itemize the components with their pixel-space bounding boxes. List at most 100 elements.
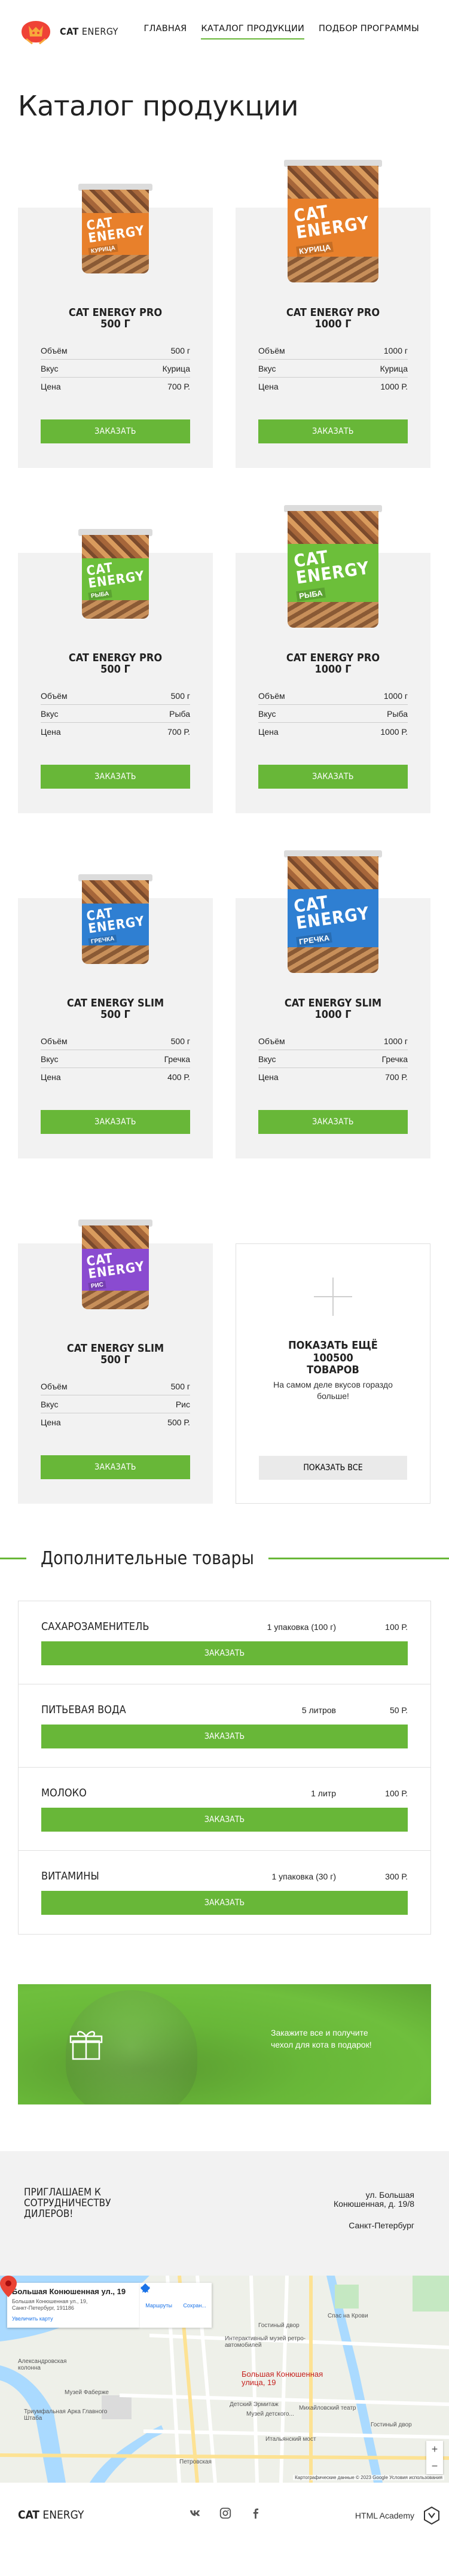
can-food bbox=[82, 880, 149, 905]
can-food bbox=[82, 1225, 149, 1251]
site-logo[interactable]: CAT ENERGY bbox=[18, 19, 118, 45]
extra-product-row: Сахарозаменитель 1 упаковка (100 г) 100 … bbox=[41, 1620, 408, 1633]
spec-row: Объём 500 г bbox=[41, 1377, 190, 1395]
spec-label: Объём bbox=[258, 345, 285, 355]
spec-row: Объём 1000 г bbox=[258, 1032, 408, 1050]
extra-order-button[interactable]: Заказать bbox=[41, 1725, 408, 1748]
spec-row: Вкус Рыба bbox=[41, 705, 190, 723]
extra-product-item: Молоко 1 литр 100 Р. Заказать bbox=[19, 1768, 430, 1851]
product-image: CAT ENERGY ГРЕЧКА bbox=[78, 874, 152, 964]
map-actions: Маршруты Сохран... bbox=[140, 2283, 212, 2328]
spec-value: 500 Р. bbox=[167, 1418, 190, 1427]
order-button[interactable]: Заказать bbox=[41, 419, 190, 443]
html-academy-logo-icon bbox=[424, 2507, 439, 2525]
heading-line-left bbox=[0, 1557, 26, 1559]
product-size: 500 г bbox=[100, 317, 130, 330]
extra-product-price: 100 Р. bbox=[385, 1622, 408, 1632]
show-more-text: На самом деле вкусов гораздо больше! bbox=[273, 1380, 393, 1401]
product-specs: Объём 500 г Вкус Гречка Цена 400 Р. bbox=[41, 1032, 190, 1086]
extra-product-name: Питьевая вода bbox=[41, 1704, 126, 1716]
main-nav: Главная Каталог продукции Подбор програм… bbox=[143, 24, 419, 39]
order-button[interactable]: Заказать bbox=[41, 765, 190, 789]
page-title: Каталог продукции bbox=[18, 90, 299, 122]
map-route-button[interactable]: Маршруты bbox=[140, 2283, 172, 2309]
spec-value: 1000 г bbox=[383, 1036, 408, 1046]
spec-value: Рыба bbox=[387, 708, 408, 719]
spec-label: Объём bbox=[258, 691, 285, 701]
order-button[interactable]: Заказать bbox=[258, 1110, 408, 1134]
extra-product-row: Молоко 1 литр 100 Р. bbox=[41, 1787, 408, 1799]
spec-label: Вкус bbox=[41, 1399, 59, 1409]
spec-label: Вкус bbox=[41, 1054, 59, 1064]
map-zoom-out-button[interactable]: − bbox=[426, 2458, 443, 2474]
extra-order-button[interactable]: Заказать bbox=[41, 1891, 408, 1915]
extra-product-item: Витамины 1 упаковка (30 г) 300 Р. Заказа… bbox=[19, 1851, 430, 1934]
instagram-icon[interactable] bbox=[219, 2507, 232, 2520]
extra-product-item: Питьевая вода 5 литров 50 Р. Заказать bbox=[19, 1684, 430, 1768]
map-save-button[interactable]: Сохран... bbox=[140, 2283, 206, 2309]
facebook-icon[interactable] bbox=[249, 2507, 262, 2520]
show-all-button[interactable]: Показать все bbox=[259, 1456, 407, 1480]
extra-order-button[interactable]: Заказать bbox=[41, 1808, 408, 1832]
spec-label: Объём bbox=[41, 1036, 68, 1046]
map-copyright: Картографические данные © 2023 Google Ус… bbox=[293, 2475, 444, 2480]
map-enlarge-link[interactable]: Увеличить карту bbox=[12, 2316, 135, 2322]
extra-products-heading: Дополнительные товары bbox=[0, 1543, 449, 1573]
extra-order-button[interactable]: Заказать bbox=[41, 1641, 408, 1665]
order-button[interactable]: Заказать bbox=[41, 1110, 190, 1134]
map-label-gostiny-2: Гостиный двор bbox=[371, 2422, 412, 2428]
html-academy-link[interactable]: HTML Academy bbox=[355, 2507, 439, 2525]
order-button[interactable]: Заказать bbox=[258, 419, 408, 443]
map-zoom-controls: + − bbox=[426, 2441, 443, 2474]
map-pin-label-line2: улица, 19 bbox=[242, 2378, 276, 2388]
spec-value: 1000 г bbox=[383, 345, 408, 355]
spec-label: Цена bbox=[41, 1072, 61, 1082]
map-zoom-in-button[interactable]: + bbox=[426, 2441, 443, 2458]
map-save-label: Сохран... bbox=[183, 2302, 206, 2309]
order-button[interactable]: Заказать bbox=[41, 1455, 190, 1479]
spec-row: Вкус Курица bbox=[258, 360, 408, 378]
spec-label: Вкус bbox=[258, 708, 276, 719]
extra-product-price: 100 Р. bbox=[385, 1788, 408, 1798]
site-header: CAT ENERGY Главная Каталог продукции Под… bbox=[0, 0, 449, 63]
map-pin-label: Большая Конюшенная улица, 19 bbox=[242, 2370, 323, 2388]
spec-label: Объём bbox=[41, 1381, 68, 1391]
promo-banner: Закажите все и получите чехол для кота в… bbox=[18, 1984, 431, 2104]
product-card: CAT ENERGY РЫБА CAT ENERGY PRO 500 г Объ… bbox=[18, 529, 213, 813]
can-food bbox=[82, 535, 149, 560]
nav-link-program[interactable]: Подбор программы bbox=[319, 24, 419, 39]
extra-products-title: Дополнительные товары bbox=[41, 1547, 254, 1569]
spec-label: Цена bbox=[258, 727, 279, 737]
order-button[interactable]: Заказать bbox=[258, 765, 408, 789]
nav-link-home[interactable]: Главная bbox=[143, 24, 187, 39]
spec-label: Цена bbox=[258, 382, 279, 391]
product-size: 500 г bbox=[100, 1353, 130, 1366]
spec-label: Цена bbox=[41, 1418, 61, 1427]
product-card: CAT ENERGY КУРИЦА CAT ENERGY PRO 500 г О… bbox=[18, 184, 213, 468]
product-size: 1000 г bbox=[314, 662, 352, 676]
can-body: CAT ENERGY КУРИЦА bbox=[82, 190, 149, 273]
can-bottom bbox=[288, 947, 378, 973]
vk-icon[interactable] bbox=[189, 2507, 202, 2520]
spec-value: 500 г bbox=[170, 1381, 190, 1391]
nav-link-catalog[interactable]: Каталог продукции bbox=[201, 24, 305, 39]
map-pin-icon[interactable] bbox=[0, 2276, 17, 2297]
can-body: CAT ENERGY РИС bbox=[82, 1225, 149, 1309]
spec-label: Вкус bbox=[258, 1054, 276, 1064]
heading-line-right bbox=[268, 1557, 449, 1559]
product-title: CAT ENERGY PRO 1000 г bbox=[236, 307, 430, 330]
map-label-petrovskaya: Петровская bbox=[179, 2459, 212, 2465]
can-body: CAT ENERGY ГРЕЧКА bbox=[288, 856, 378, 973]
map-label-hermitage: Детский Эрмитаж bbox=[230, 2401, 279, 2408]
spec-value: 700 Р. bbox=[167, 382, 190, 391]
spec-row: Цена 500 Р. bbox=[41, 1413, 190, 1431]
spec-row: Цена 1000 Р. bbox=[258, 723, 408, 741]
map[interactable]: Большая Конюшенная ул., 19 Большая Конюш… bbox=[0, 2276, 449, 2483]
spec-value: 700 Р. bbox=[167, 727, 190, 737]
map-label-spas: Спас на Крови bbox=[328, 2313, 368, 2319]
spec-value: Гречка bbox=[164, 1054, 190, 1064]
spec-label: Объём bbox=[41, 691, 68, 701]
spec-row: Объём 1000 г bbox=[258, 687, 408, 705]
spec-value: Курица bbox=[380, 363, 408, 373]
footer-logo[interactable]: CAT ENERGY bbox=[18, 2508, 84, 2522]
